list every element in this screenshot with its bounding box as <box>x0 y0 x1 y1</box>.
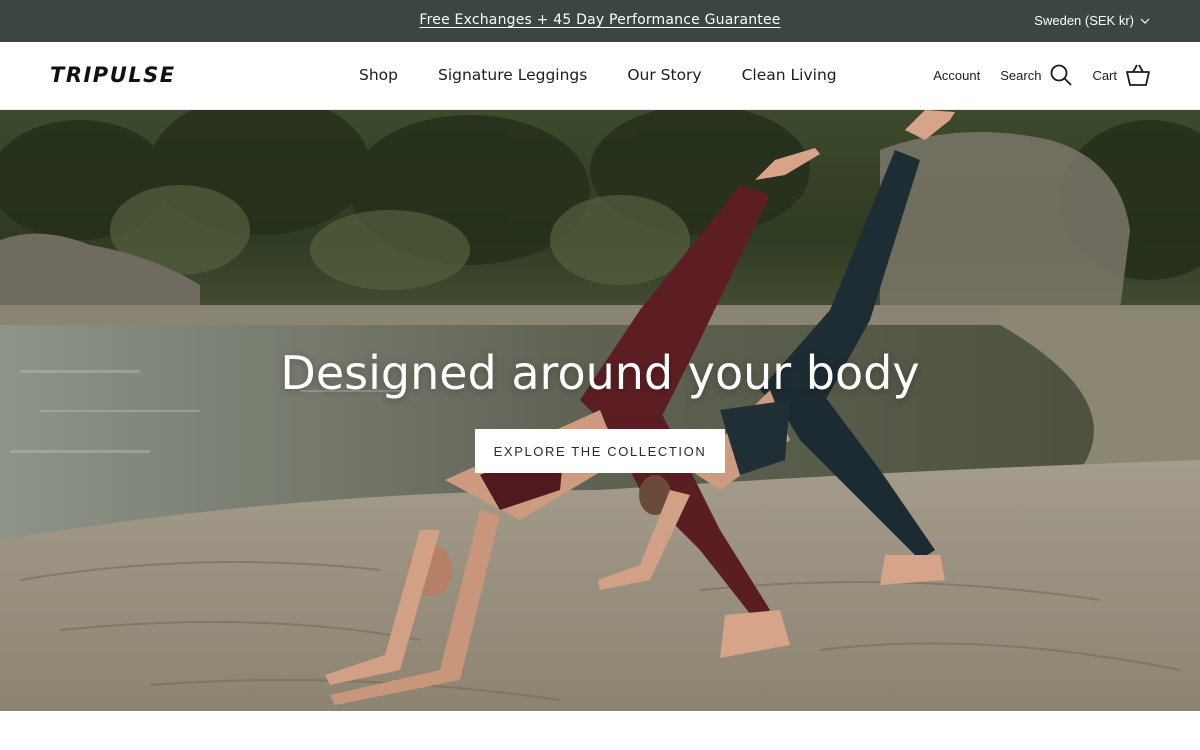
locale-label: Sweden (SEK kr) <box>1034 13 1134 28</box>
chevron-down-icon <box>1140 18 1150 24</box>
explore-collection-button[interactable]: EXPLORE THE COLLECTION <box>475 429 725 473</box>
nav-item-signature-leggings[interactable]: Signature Leggings <box>438 66 587 84</box>
page-below-hero <box>0 711 1200 750</box>
search-icon <box>1051 64 1073 86</box>
nav-item-our-story[interactable]: Our Story <box>627 66 701 84</box>
announcement-bar: Free Exchanges + 45 Day Performance Guar… <box>0 0 1200 42</box>
nav-item-shop[interactable]: Shop <box>359 66 398 84</box>
header-tools: Account Search Cart <box>933 64 1150 86</box>
site-header: TRIPULSE Shop Signature Leggings Our Sto… <box>0 42 1200 110</box>
cart-label: Cart <box>1092 67 1117 83</box>
site-logo[interactable]: TRIPULSE <box>50 63 176 87</box>
nav-item-clean-living[interactable]: Clean Living <box>742 66 837 84</box>
search-label: Search <box>1000 67 1042 83</box>
main-nav: Shop Signature Leggings Our Story Clean … <box>359 66 837 84</box>
cart-button[interactable]: Cart <box>1092 64 1150 86</box>
announcement-link[interactable]: Free Exchanges + 45 Day Performance Guar… <box>419 12 780 28</box>
account-link[interactable]: Account <box>933 68 980 83</box>
locale-selector[interactable]: Sweden (SEK kr) <box>1034 13 1150 28</box>
hero-image <box>0 110 1200 711</box>
hero-banner: Designed around your body EXPLORE THE CO… <box>0 110 1200 711</box>
search-button[interactable]: Search <box>1000 64 1073 86</box>
account-label: Account <box>933 67 981 83</box>
announcement-promo: Free Exchanges + 45 Day Performance Guar… <box>0 12 1200 28</box>
cart-icon <box>1126 64 1150 86</box>
hero-title: Designed around your body <box>280 346 920 400</box>
